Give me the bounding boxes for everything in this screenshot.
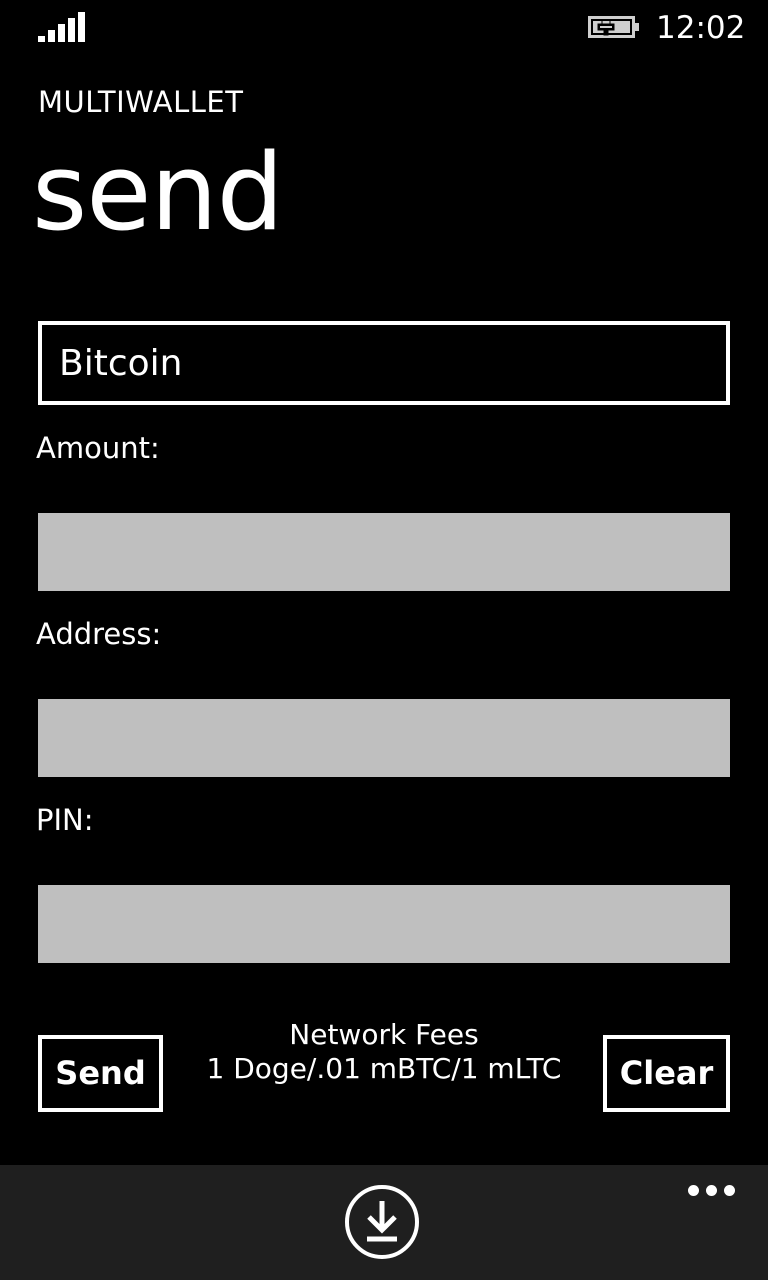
download-icon[interactable] <box>344 1184 420 1260</box>
clear-button[interactable]: Clear <box>603 1035 730 1112</box>
ellipsis-icon[interactable] <box>682 1175 738 1205</box>
currency-picker-value: Bitcoin <box>59 343 183 384</box>
address-label: Address: <box>36 617 162 651</box>
network-fees: Network Fees 1 Doge/.01 mBTC/1 mLTC <box>180 1018 588 1086</box>
pin-label: PIN: <box>36 803 94 837</box>
page-title: send <box>32 131 284 254</box>
network-fees-detail: 1 Doge/.01 mBTC/1 mLTC <box>206 1052 562 1085</box>
send-button[interactable]: Send <box>38 1035 163 1112</box>
currency-picker[interactable]: Bitcoin <box>38 321 730 405</box>
amount-label: Amount: <box>36 431 160 465</box>
app-bar <box>0 1165 768 1280</box>
app-title: MULTIWALLET <box>38 85 244 119</box>
status-time: 12:02 <box>656 10 746 46</box>
pin-input[interactable] <box>38 885 730 963</box>
battery-charging-icon <box>588 16 639 38</box>
status-bar: 12:02 <box>0 0 768 56</box>
amount-input[interactable] <box>38 513 730 591</box>
network-fees-title: Network Fees <box>289 1018 479 1051</box>
signal-strength-icon <box>38 12 86 42</box>
address-input[interactable] <box>38 699 730 777</box>
